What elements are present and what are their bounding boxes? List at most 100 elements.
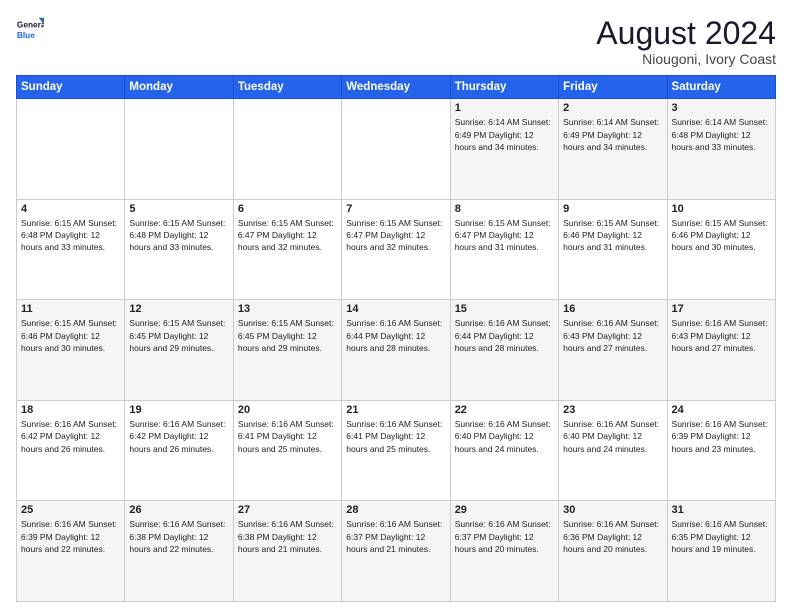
day-info: Sunrise: 6:15 AM Sunset: 6:46 PM Dayligh… — [563, 217, 662, 254]
logo-icon: General Blue — [16, 16, 44, 44]
day-cell: 15Sunrise: 6:16 AM Sunset: 6:44 PM Dayli… — [450, 300, 558, 401]
calendar-table: SundayMondayTuesdayWednesdayThursdayFrid… — [16, 75, 776, 602]
week-row-1: 1 Sunrise: 6:14 AM Sunset: 6:49 PM Daylig… — [17, 99, 776, 200]
day-number: 2 — [563, 102, 662, 114]
day-info: Sunrise: 6:16 AM Sunset: 6:38 PM Dayligh… — [129, 518, 228, 555]
header: General Blue August 2024 Niougoni, Ivory… — [16, 16, 776, 67]
page: General Blue August 2024 Niougoni, Ivory… — [0, 0, 792, 612]
day-cell: 3 Sunrise: 6:14 AM Sunset: 6:48 PM Daylig… — [667, 99, 775, 200]
day-number: 29 — [455, 504, 554, 516]
location: Niougoni, Ivory Coast — [596, 51, 776, 67]
day-info: Sunrise: 6:15 AM Sunset: 6:47 PM Dayligh… — [346, 217, 445, 254]
day-info: Sunrise: 6:14 AM Sunset: 6:49 PM Dayligh… — [455, 116, 554, 153]
column-header-monday: Monday — [125, 76, 233, 99]
day-info: Sunrise: 6:15 AM Sunset: 6:46 PM Dayligh… — [672, 217, 771, 254]
day-info: Sunrise: 6:15 AM Sunset: 6:47 PM Dayligh… — [238, 217, 337, 254]
day-info: Sunrise: 6:16 AM Sunset: 6:44 PM Dayligh… — [346, 317, 445, 354]
calendar-header-row: SundayMondayTuesdayWednesdayThursdayFrid… — [17, 76, 776, 99]
day-cell: 9 Sunrise: 6:15 AM Sunset: 6:46 PM Daylig… — [559, 199, 667, 300]
day-number: 7 — [346, 203, 445, 215]
day-cell: 22 Sunrise: 6:16 AM Sunset: 6:40 PM Dayli… — [450, 400, 558, 501]
day-cell — [233, 99, 341, 200]
day-cell: 17 Sunrise: 6:16 AM Sunset: 6:43 PM Dayli… — [667, 300, 775, 401]
day-cell: 8 Sunrise: 6:15 AM Sunset: 6:47 PM Daylig… — [450, 199, 558, 300]
day-cell: 7 Sunrise: 6:15 AM Sunset: 6:47 PM Daylig… — [342, 199, 450, 300]
day-info: Sunrise: 6:16 AM Sunset: 6:41 PM Dayligh… — [346, 418, 445, 455]
day-info: Sunrise: 6:15 AM Sunset: 6:48 PM Dayligh… — [21, 217, 120, 254]
day-number: 9 — [563, 203, 662, 215]
week-row-5: 25 Sunrise: 6:16 AM Sunset: 6:39 PM Dayli… — [17, 501, 776, 602]
column-header-tuesday: Tuesday — [233, 76, 341, 99]
day-number: 18 — [21, 404, 120, 416]
column-header-friday: Friday — [559, 76, 667, 99]
day-number: 17 — [672, 303, 771, 315]
day-info: Sunrise: 6:16 AM Sunset: 6:38 PM Dayligh… — [238, 518, 337, 555]
day-cell: 30Sunrise: 6:16 AM Sunset: 6:36 PM Dayli… — [559, 501, 667, 602]
day-number: 16 — [563, 303, 662, 315]
day-number: 28 — [346, 504, 445, 516]
day-cell — [125, 99, 233, 200]
day-cell: 13Sunrise: 6:15 AM Sunset: 6:45 PM Dayli… — [233, 300, 341, 401]
day-number: 22 — [455, 404, 554, 416]
day-number: 1 — [455, 102, 554, 114]
day-number: 3 — [672, 102, 771, 114]
day-number: 27 — [238, 504, 337, 516]
day-info: Sunrise: 6:15 AM Sunset: 6:48 PM Dayligh… — [129, 217, 228, 254]
day-info: Sunrise: 6:14 AM Sunset: 6:48 PM Dayligh… — [672, 116, 771, 153]
day-info: Sunrise: 6:15 AM Sunset: 6:45 PM Dayligh… — [129, 317, 228, 354]
day-number: 24 — [672, 404, 771, 416]
day-info: Sunrise: 6:16 AM Sunset: 6:37 PM Dayligh… — [346, 518, 445, 555]
day-number: 11 — [21, 303, 120, 315]
day-number: 23 — [563, 404, 662, 416]
svg-text:General: General — [17, 19, 44, 29]
day-info: Sunrise: 6:16 AM Sunset: 6:36 PM Dayligh… — [563, 518, 662, 555]
day-cell: 23Sunrise: 6:16 AM Sunset: 6:40 PM Dayli… — [559, 400, 667, 501]
day-cell: 1 Sunrise: 6:14 AM Sunset: 6:49 PM Daylig… — [450, 99, 558, 200]
day-number: 6 — [238, 203, 337, 215]
day-cell: 14 Sunrise: 6:16 AM Sunset: 6:44 PM Dayli… — [342, 300, 450, 401]
week-row-3: 11 Sunrise: 6:15 AM Sunset: 6:46 PM Dayli… — [17, 300, 776, 401]
day-number: 25 — [21, 504, 120, 516]
day-cell: 28 Sunrise: 6:16 AM Sunset: 6:37 PM Dayli… — [342, 501, 450, 602]
day-cell: 4 Sunrise: 6:15 AM Sunset: 6:48 PM Daylig… — [17, 199, 125, 300]
day-cell: 21Sunrise: 6:16 AM Sunset: 6:41 PM Dayli… — [342, 400, 450, 501]
day-cell: 5 Sunrise: 6:15 AM Sunset: 6:48 PM Daylig… — [125, 199, 233, 300]
day-info: Sunrise: 6:16 AM Sunset: 6:41 PM Dayligh… — [238, 418, 337, 455]
day-info: Sunrise: 6:15 AM Sunset: 6:47 PM Dayligh… — [455, 217, 554, 254]
column-header-thursday: Thursday — [450, 76, 558, 99]
day-info: Sunrise: 6:15 AM Sunset: 6:46 PM Dayligh… — [21, 317, 120, 354]
day-cell: 19 Sunrise: 6:16 AM Sunset: 6:42 PM Dayli… — [125, 400, 233, 501]
day-cell: 27 Sunrise: 6:16 AM Sunset: 6:38 PM Dayli… — [233, 501, 341, 602]
day-number: 12 — [129, 303, 228, 315]
day-info: Sunrise: 6:14 AM Sunset: 6:49 PM Dayligh… — [563, 116, 662, 153]
svg-text:Blue: Blue — [17, 30, 35, 40]
day-cell: 25 Sunrise: 6:16 AM Sunset: 6:39 PM Dayli… — [17, 501, 125, 602]
logo: General Blue — [16, 16, 44, 44]
day-cell: 11 Sunrise: 6:15 AM Sunset: 6:46 PM Dayli… — [17, 300, 125, 401]
day-info: Sunrise: 6:16 AM Sunset: 6:43 PM Dayligh… — [672, 317, 771, 354]
day-number: 8 — [455, 203, 554, 215]
day-cell: 20Sunrise: 6:16 AM Sunset: 6:41 PM Dayli… — [233, 400, 341, 501]
column-header-wednesday: Wednesday — [342, 76, 450, 99]
day-cell: 16Sunrise: 6:16 AM Sunset: 6:43 PM Dayli… — [559, 300, 667, 401]
day-number: 13 — [238, 303, 337, 315]
day-info: Sunrise: 6:16 AM Sunset: 6:40 PM Dayligh… — [455, 418, 554, 455]
day-number: 10 — [672, 203, 771, 215]
week-row-4: 18 Sunrise: 6:16 AM Sunset: 6:42 PM Dayli… — [17, 400, 776, 501]
day-number: 4 — [21, 203, 120, 215]
day-info: Sunrise: 6:16 AM Sunset: 6:42 PM Dayligh… — [129, 418, 228, 455]
day-cell — [17, 99, 125, 200]
day-number: 14 — [346, 303, 445, 315]
day-number: 19 — [129, 404, 228, 416]
day-info: Sunrise: 6:16 AM Sunset: 6:35 PM Dayligh… — [672, 518, 771, 555]
week-row-2: 4 Sunrise: 6:15 AM Sunset: 6:48 PM Daylig… — [17, 199, 776, 300]
day-number: 5 — [129, 203, 228, 215]
day-cell: 2 Sunrise: 6:14 AM Sunset: 6:49 PM Daylig… — [559, 99, 667, 200]
day-cell — [342, 99, 450, 200]
day-number: 31 — [672, 504, 771, 516]
day-info: Sunrise: 6:16 AM Sunset: 6:39 PM Dayligh… — [21, 518, 120, 555]
month-title: August 2024 — [596, 16, 776, 51]
day-info: Sunrise: 6:16 AM Sunset: 6:37 PM Dayligh… — [455, 518, 554, 555]
day-info: Sunrise: 6:16 AM Sunset: 6:44 PM Dayligh… — [455, 317, 554, 354]
day-cell: 31 Sunrise: 6:16 AM Sunset: 6:35 PM Dayli… — [667, 501, 775, 602]
